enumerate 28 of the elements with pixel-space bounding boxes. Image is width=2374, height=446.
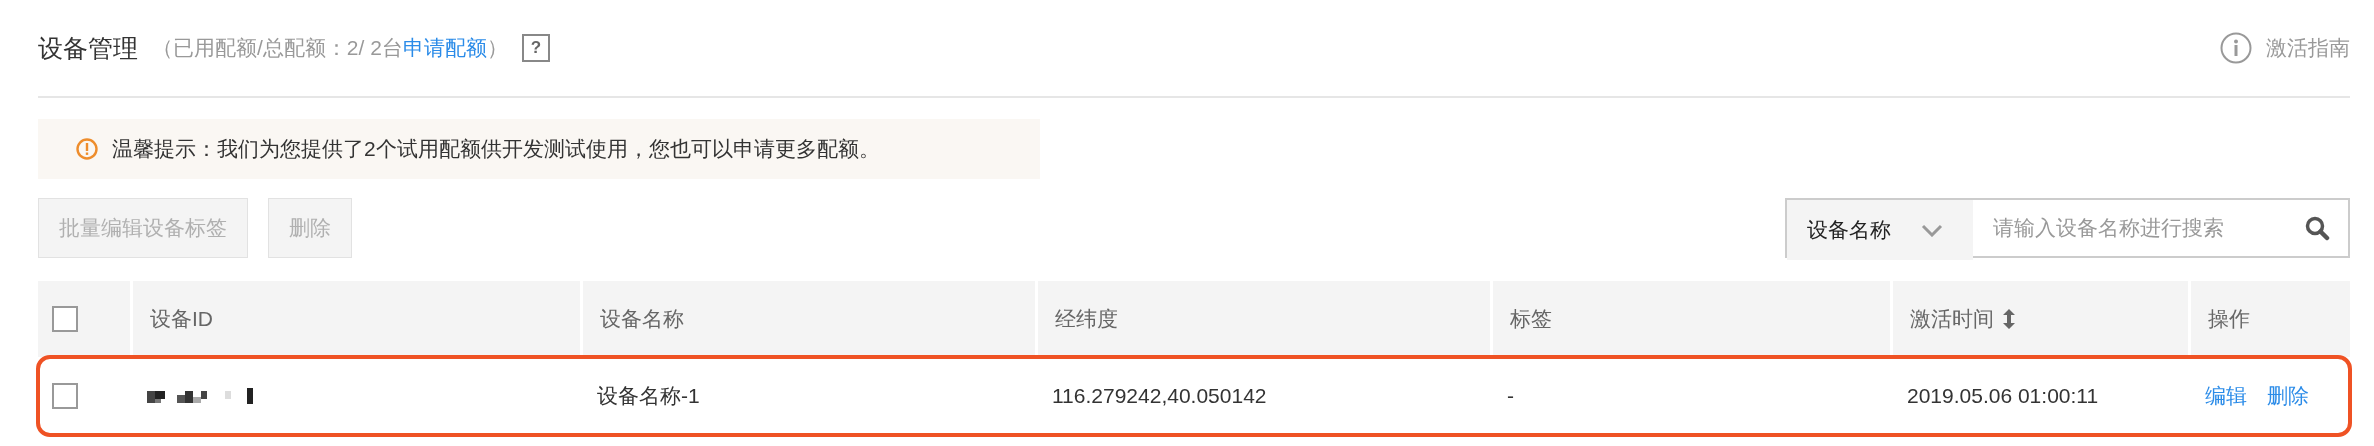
- chevron-down-icon: [1921, 223, 1943, 237]
- tip-message: 温馨提示：我们为您提供了2个试用配额供开发测试使用，您也可以申请更多配额。: [112, 136, 880, 162]
- help-button[interactable]: ?: [521, 34, 550, 62]
- column-header: 经纬度: [1055, 306, 1118, 332]
- search-field[interactable]: 设备名称 请输入设备名称进行搜索: [1785, 198, 2350, 258]
- column-header: 标签: [1510, 306, 1552, 332]
- column-header: 设备名称: [600, 306, 684, 332]
- quota-bracket: ）: [486, 35, 508, 61]
- page-title: 设备管理: [38, 32, 138, 64]
- edit-link[interactable]: 编辑: [2205, 381, 2247, 410]
- table-cell-text: 设备名称-1: [597, 382, 700, 409]
- sort-icon[interactable]: [2002, 308, 2016, 330]
- delete-link[interactable]: 删除: [2267, 381, 2309, 410]
- table-cell: 2019.05.06 01:00:11: [1907, 383, 2099, 408]
- quota-text: （已用配额/总配额：2/ 2台: [152, 35, 403, 61]
- warning-icon: [76, 138, 98, 160]
- column-header[interactable]: 激活时间: [1910, 305, 1994, 333]
- checkbox[interactable]: [52, 382, 78, 409]
- activation-guide-link[interactable]: 激活指南: [2266, 34, 2350, 62]
- info-icon: [2220, 32, 2252, 64]
- apply-quota-link[interactable]: 申请配额: [402, 34, 487, 62]
- table-cell: -: [1507, 383, 1514, 408]
- checkbox[interactable]: [52, 306, 78, 332]
- search-icon[interactable]: [2304, 215, 2330, 241]
- column-header: 设备ID: [150, 306, 213, 332]
- table-cell: 116.279242,40.050142: [1052, 383, 1267, 408]
- column-header: 操作: [2208, 306, 2250, 332]
- search-type-dropdown[interactable]: 设备名称: [1787, 200, 1973, 260]
